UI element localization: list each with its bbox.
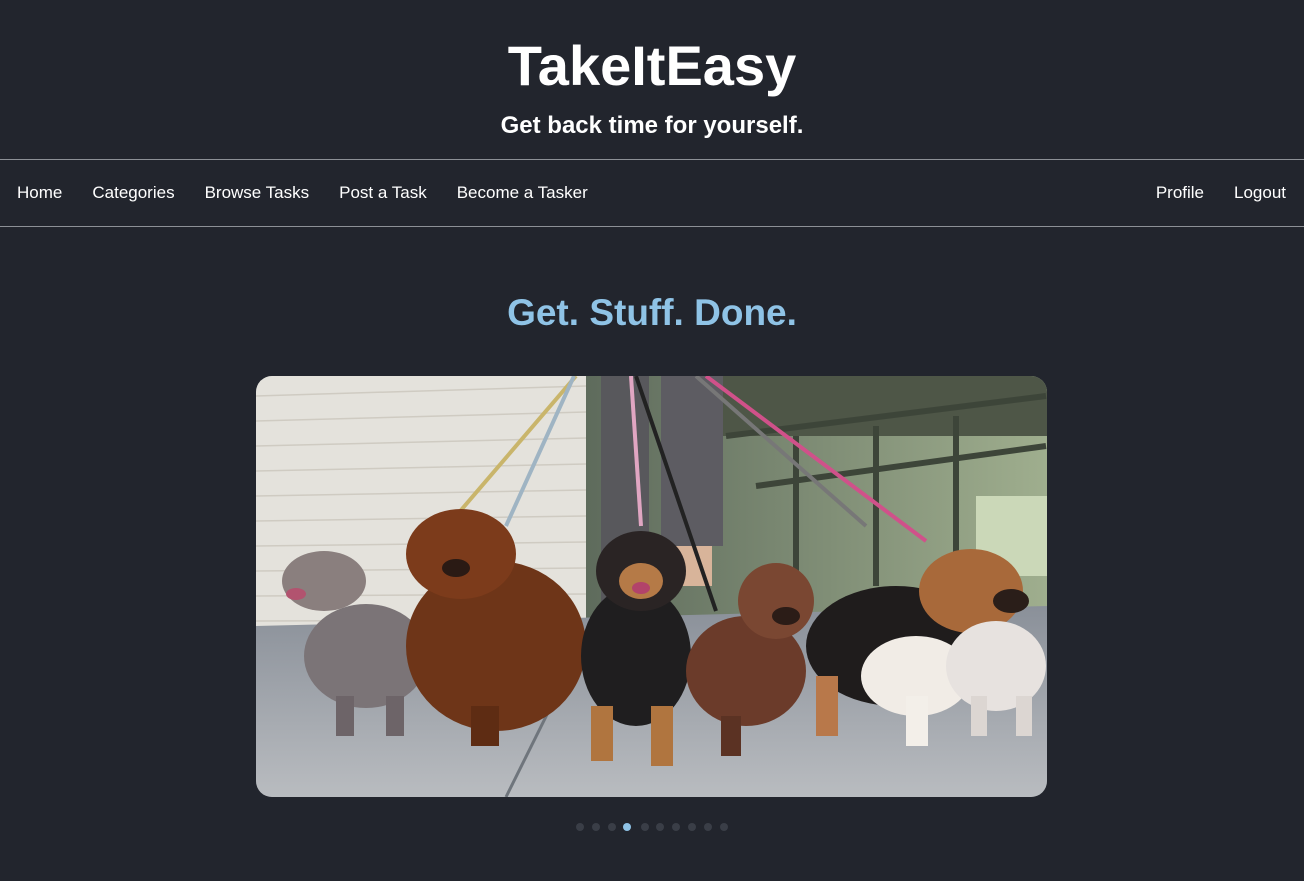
nav-link-logout[interactable]: Logout <box>1234 183 1286 203</box>
carousel-slide-image[interactable] <box>256 376 1047 797</box>
carousel-dot[interactable] <box>608 823 616 831</box>
carousel-dot-active[interactable] <box>623 823 631 831</box>
hero-heading: Get. Stuff. Done. <box>507 292 797 333</box>
nav-right-group: Profile Logout <box>1126 160 1286 226</box>
nav-left-group: Home Categories Browse Tasks Post a Task… <box>17 160 618 226</box>
nav-link-become-a-tasker[interactable]: Become a Tasker <box>457 183 588 203</box>
carousel-dot[interactable] <box>672 823 680 831</box>
main-navbar: Home Categories Browse Tasks Post a Task… <box>0 159 1304 227</box>
carousel-dot[interactable] <box>592 823 600 831</box>
nav-link-post-a-task[interactable]: Post a Task <box>339 183 427 203</box>
carousel-dot[interactable] <box>656 823 664 831</box>
carousel-dot[interactable] <box>688 823 696 831</box>
site-title: TakeItEasy <box>507 34 797 97</box>
nav-link-browse-tasks[interactable]: Browse Tasks <box>205 183 310 203</box>
site-header: TakeItEasy Get back time for yourself. <box>0 0 1304 159</box>
carousel-dot[interactable] <box>641 823 649 831</box>
carousel-dot[interactable] <box>720 823 728 831</box>
nav-link-home[interactable]: Home <box>17 183 62 203</box>
site-tagline: Get back time for yourself. <box>500 112 804 139</box>
carousel-indicators <box>0 822 1304 832</box>
carousel-dot[interactable] <box>576 823 584 831</box>
nav-link-profile[interactable]: Profile <box>1156 183 1204 203</box>
dogs-photo-illustration <box>256 376 1047 797</box>
carousel-dot[interactable] <box>704 823 712 831</box>
nav-link-categories[interactable]: Categories <box>92 183 174 203</box>
